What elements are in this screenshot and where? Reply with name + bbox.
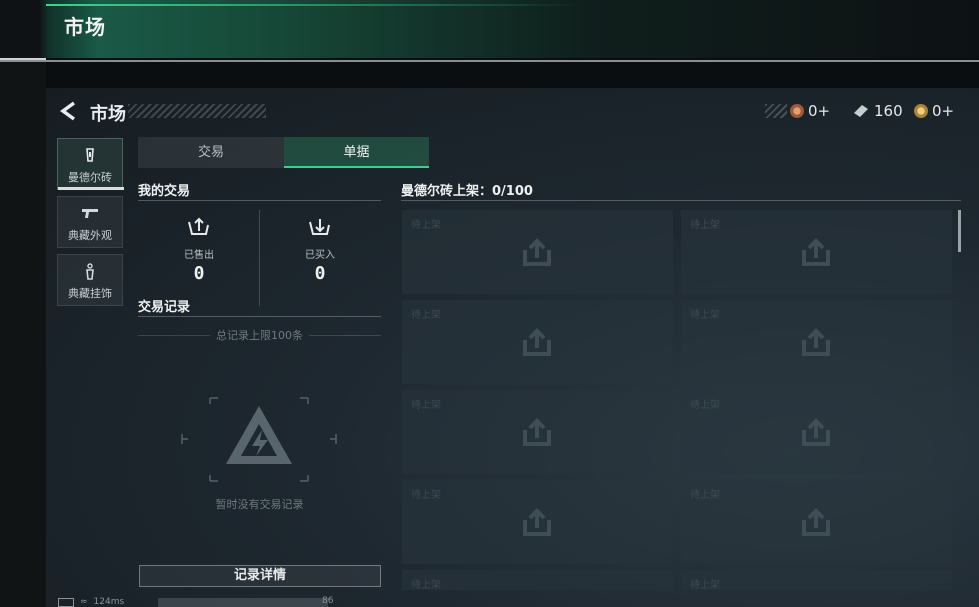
listings-divider (401, 200, 961, 201)
top-bar: 市场 (0, 0, 979, 58)
my-trades-divider (138, 200, 381, 201)
listing-slot[interactable]: 待上架 (681, 570, 952, 591)
listing-slot[interactable]: 待上架 (402, 210, 673, 294)
mandel-brick-icon (86, 148, 94, 162)
listing-slot[interactable]: 待上架 (681, 390, 952, 474)
listing-slot-label: 待上架 (690, 220, 720, 231)
back-arrow-icon (60, 101, 76, 121)
listing-slot-label: 待上架 (411, 580, 441, 591)
listing-slot-label: 待上架 (690, 580, 720, 591)
sold-stat: 已售出 0 (159, 216, 239, 284)
gun-icon (82, 209, 98, 218)
listing-slot[interactable]: 待上架 (402, 480, 673, 564)
sidebar-item-collection-charms[interactable]: 典藏挂饰 (57, 254, 123, 306)
status-progress (158, 598, 328, 607)
listing-slot[interactable]: 待上架 (402, 570, 673, 591)
page-title: 市场 (90, 104, 126, 125)
upload-icon (523, 508, 551, 536)
status-number: 86 (322, 596, 334, 606)
listing-slot-label: 待上架 (690, 310, 720, 321)
buy-cart-icon (309, 219, 330, 235)
sell-cart-icon (188, 217, 209, 235)
my-trades-title: 我的交易 (138, 184, 191, 199)
currency-decoration (765, 104, 787, 118)
currency-ticket: 160 (852, 101, 903, 121)
stats-divider (259, 210, 260, 306)
listing-slot-label: 待上架 (411, 310, 441, 321)
listings-title: 曼德尔砖上架：0/100 (401, 184, 533, 199)
listing-slot-label: 待上架 (411, 490, 441, 501)
wifi-icon: ≈ (80, 597, 88, 607)
left-margin (0, 62, 46, 607)
tab-trade[interactable]: 交易 (138, 137, 284, 168)
record-details-button[interactable]: 记录详情 (139, 565, 381, 587)
listing-slot-label: 待上架 (411, 400, 441, 411)
listing-slot-label: 待上架 (690, 490, 720, 501)
currency-gold: 0+ (914, 101, 954, 121)
upload-icon (802, 238, 830, 266)
gold-coin-icon (914, 104, 928, 118)
top-bar-divider (0, 60, 979, 62)
bronze-coin-icon (790, 104, 804, 118)
sidebar-item-mandel-brick[interactable]: 曼德尔砖 (57, 138, 124, 190)
listing-slot[interactable]: 待上架 (402, 390, 673, 474)
sidebar-item-collection-skins[interactable]: 典藏外观 (57, 196, 123, 248)
battery-icon (58, 597, 74, 607)
upload-icon (523, 328, 551, 356)
currency-bronze: 0+ (790, 101, 830, 121)
empty-state-icon (181, 397, 337, 482)
records-limit-note: 总记录上限100条 (138, 327, 381, 343)
status-bar: ≈ 124ms (58, 597, 124, 607)
ticket-icon (854, 105, 868, 117)
upload-icon (802, 328, 830, 356)
records-title: 交易记录 (138, 300, 191, 315)
listing-scrollbar[interactable] (958, 210, 961, 252)
top-bar-title: 市场 (64, 15, 106, 39)
listing-slot-label: 待上架 (411, 220, 441, 231)
upload-icon (802, 508, 830, 536)
tab-orders[interactable]: 单据 (284, 137, 429, 168)
upload-icon (802, 418, 830, 446)
bought-stat: 已买入 0 (280, 216, 360, 284)
back-button[interactable] (58, 100, 82, 122)
listing-slot[interactable]: 待上架 (402, 300, 673, 384)
upload-icon (523, 418, 551, 446)
listing-slot-label: 待上架 (690, 400, 720, 411)
records-empty-text: 暂时没有交易记录 (215, 498, 304, 511)
listing-slot[interactable]: 待上架 (681, 480, 952, 564)
records-divider (138, 316, 381, 317)
charm-icon (86, 263, 94, 280)
listing-slot[interactable]: 待上架 (681, 300, 952, 384)
title-decoration (128, 104, 266, 118)
upload-icon (523, 238, 551, 266)
top-bar-accent (46, 4, 586, 6)
listing-slot[interactable]: 待上架 (681, 210, 952, 294)
